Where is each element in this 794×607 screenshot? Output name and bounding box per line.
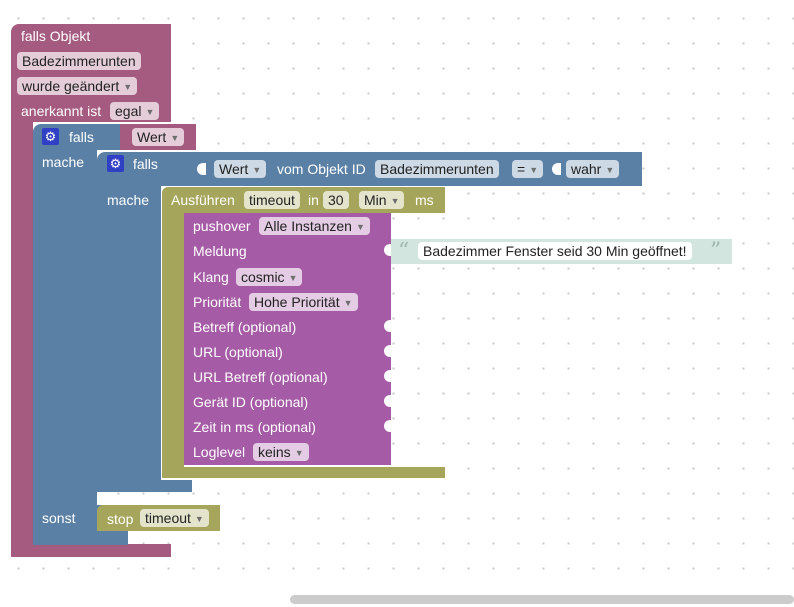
priority-dropdown[interactable]: Hohe Priorität ▼ [249,293,358,311]
inner-do-label: mache [107,192,150,208]
loglevel-value: keins [258,444,291,460]
operator-dropdown[interactable]: = ▼ [512,160,544,178]
dropdown-arrow-icon: ▼ [252,165,262,175]
inner-value: Wert [219,161,249,177]
inner-if-label: falls [133,156,158,172]
dropdown-arrow-icon: ▼ [529,165,539,175]
priority-label: Priorität [193,294,242,310]
input-notch [384,395,393,407]
message-text-field[interactable]: Badezimmer Fenster seid 30 Min geöffnet! [418,242,692,260]
sound-label: Klang [193,269,229,285]
input-notch [384,370,393,382]
dropdown-arrow-icon: ▼ [355,222,365,232]
loglevel-dropdown[interactable]: keins ▼ [253,443,309,461]
stop-timeout-dropdown[interactable]: timeout ▼ [140,509,209,527]
dropdown-arrow-icon: ▼ [343,298,353,308]
gear-icon[interactable]: ⚙ [42,128,59,145]
stop-timeout-name: timeout [145,510,191,526]
timeout-unit-dropdown[interactable]: Min ▼ [359,191,405,209]
inner-from-object-label: vom Objekt ID [277,161,366,177]
stop-label: stop [107,511,134,527]
dropdown-arrow-icon: ▼ [390,196,400,206]
timeout-in-label: in [308,192,319,208]
dropdown-arrow-icon: ▼ [294,448,304,458]
compare-value-dropdown[interactable]: wahr ▼ [566,160,620,178]
url-label: URL (optional) [193,344,283,360]
timeout-name-field[interactable]: timeout [244,191,300,209]
input-notch [552,163,561,175]
trigger-ack-dropdown[interactable]: egal ▼ [110,102,160,120]
dropdown-arrow-icon: ▼ [123,82,133,92]
trigger-ack-label: anerkannt ist [21,103,102,119]
sound-dropdown[interactable]: cosmic ▼ [236,268,303,286]
compare-value: wahr [571,161,602,177]
message-text: Badezimmer Fenster seid 30 Min geöffnet! [423,243,687,259]
trigger-change-label: wurde geändert [22,78,120,94]
outer-else-label: sonst [42,510,76,526]
input-notch [384,420,393,432]
outer-do-label: mache [42,154,85,170]
horizontal-scrollbar[interactable] [290,595,794,604]
dropdown-arrow-icon: ▼ [605,165,615,175]
inner-value-dropdown[interactable]: Wert ▼ [214,160,267,178]
trigger-object-id: Badezimmerunten [22,53,136,69]
pushover-label: pushover [193,218,251,234]
timeout-duration-field[interactable]: 30 [323,191,349,209]
time-label: Zeit in ms (optional) [193,419,316,435]
operator-value: = [517,161,526,177]
quote-close-icon: ” [710,239,722,264]
blockly-workspace[interactable]: falls Objekt Badezimmerunten wurde geänd… [0,0,794,590]
loglevel-label: Loglevel [193,444,246,460]
sound-value: cosmic [241,269,285,285]
trigger-change-dropdown[interactable]: wurde geändert ▼ [17,77,138,95]
priority-value: Hohe Priorität [254,294,340,310]
message-label: Meldung [193,243,247,259]
outer-if-label: falls [69,129,94,145]
subject-label: Betreff (optional) [193,319,297,335]
dropdown-arrow-icon: ▼ [145,107,155,117]
dropdown-arrow-icon: ▼ [170,133,180,143]
pushover-instance: Alle Instanzen [264,218,352,234]
inner-object-id: Badezimmerunten [380,161,494,177]
input-notch [384,345,393,357]
timeout-ms-label: ms [415,192,434,208]
inner-object-id-field[interactable]: Badezimmerunten [375,160,499,178]
dropdown-arrow-icon: ▼ [194,514,204,524]
dropdown-arrow-icon: ▼ [288,273,298,283]
quote-open-icon: “ [398,239,410,264]
outer-condition-value: Wert [137,129,167,145]
input-notch [197,163,206,175]
trigger-title: falls Objekt [21,28,91,44]
trigger-object-id-field[interactable]: Badezimmerunten [17,52,141,70]
pushover-instance-dropdown[interactable]: Alle Instanzen ▼ [259,217,370,235]
trigger-ack-value: egal [115,103,142,119]
gear-icon[interactable]: ⚙ [107,155,124,172]
timeout-unit: Min [364,192,387,208]
input-notch [384,320,393,332]
timeout-name: timeout [249,192,295,208]
outer-condition-dropdown[interactable]: Wert ▼ [132,128,185,146]
timeout-duration: 30 [328,192,344,208]
timeout-label: Ausführen [171,192,235,208]
url-subject-label: URL Betreff (optional) [193,369,328,385]
device-label: Gerät ID (optional) [193,394,309,410]
